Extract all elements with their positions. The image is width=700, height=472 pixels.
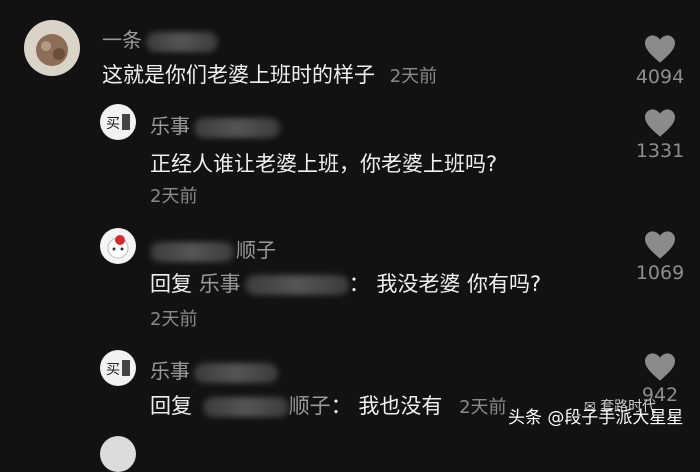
reply-label: 回复 (150, 394, 192, 418)
heart-icon (645, 109, 675, 137)
like-button-3[interactable]: 1069 (630, 230, 690, 284)
svg-text:买: 买 (106, 116, 120, 132)
watermark-text: 头条 @段子手派大星星 (508, 408, 684, 428)
blurred-name-part (150, 241, 234, 262)
comment-time-3: 2天前 (150, 309, 198, 330)
blurred-name-part (194, 117, 280, 138)
comment-time-2: 2天前 (150, 186, 198, 207)
reply-label: 回复 (150, 272, 192, 296)
comment-text-3: 回复 乐事： 我没老婆 你有吗? (150, 272, 542, 296)
comment-text-1: 这就是你们老婆上班时的样子 2天前 (102, 63, 438, 87)
heart-icon (645, 35, 675, 63)
avatar-commenter-3[interactable] (100, 228, 136, 264)
comment-time-1: 2天前 (389, 66, 438, 87)
avatar-next-partial[interactable] (100, 436, 136, 472)
like-count-2: 1331 (635, 140, 685, 162)
avatar-commenter-2[interactable]: 买 (100, 104, 136, 140)
like-count-3: 1069 (635, 262, 685, 284)
blurred-name-part (244, 275, 349, 295)
avatar-commenter-4[interactable]: 买 (100, 350, 136, 386)
commenter-name-1[interactable]: 一条 (102, 24, 218, 53)
like-count-1: 4094 (635, 66, 685, 88)
blurred-name-part (194, 362, 278, 383)
comment-time-4: 2天前 (459, 397, 507, 418)
commenter-name-2[interactable]: 乐事 (150, 110, 280, 139)
like-button-1[interactable]: 4094 (630, 34, 690, 88)
blurred-name-part (146, 31, 218, 52)
comment-text-4: 回复 顺子： 我也没有 2天前 (150, 394, 507, 418)
commenter-name-4[interactable]: 乐事 (150, 355, 278, 384)
heart-icon (645, 231, 675, 259)
svg-text:买: 买 (106, 362, 120, 378)
avatar-commenter-1[interactable] (24, 20, 80, 76)
heart-icon (645, 353, 675, 381)
commenter-name-3[interactable]: 顺子 (150, 234, 276, 263)
reply-target-name[interactable]: 顺子 (289, 394, 331, 418)
reply-target-name[interactable]: 乐事 (199, 272, 241, 296)
comment-text-2: 正经人谁让老婆上班，你老婆上班吗? (150, 152, 498, 176)
blurred-name-part (202, 397, 289, 417)
like-button-2[interactable]: 1331 (630, 108, 690, 162)
